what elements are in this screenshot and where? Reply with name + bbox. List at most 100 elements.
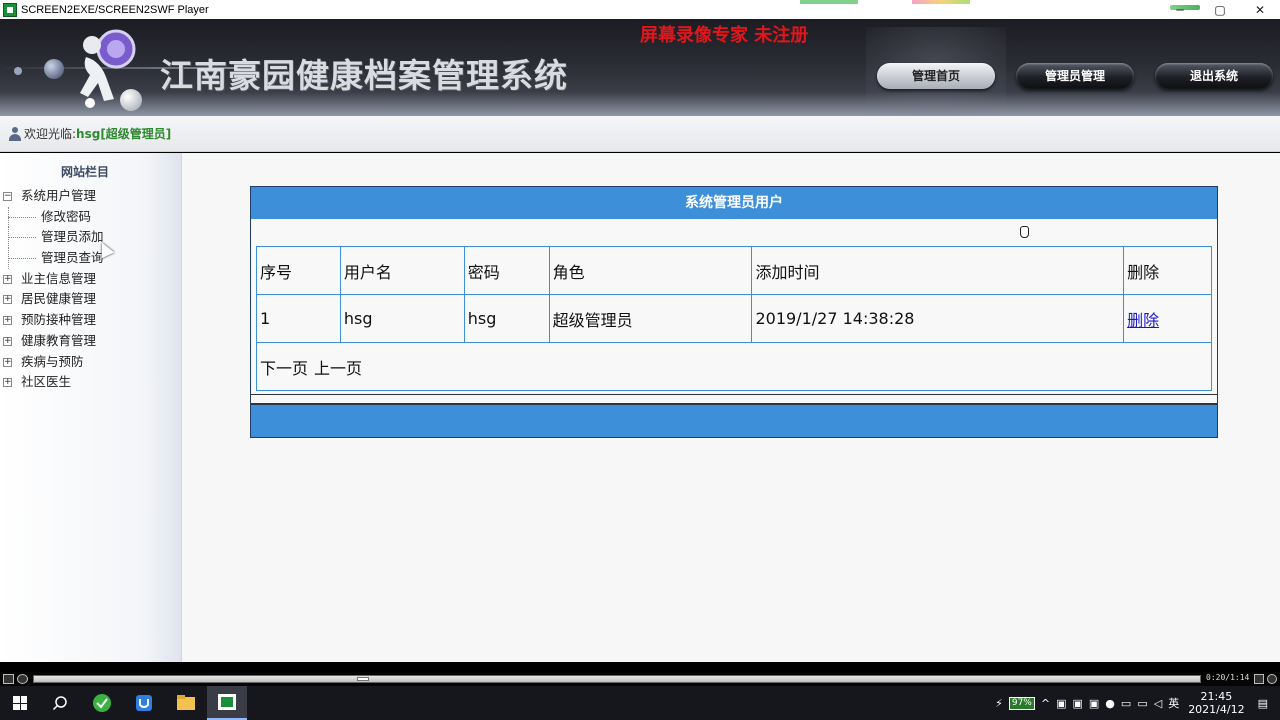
tree-node-system-users[interactable]: − 系统用户管理 — [0, 186, 170, 207]
wechat-icon[interactable]: ● — [1105, 697, 1115, 710]
clock[interactable]: 21:45 2021/4/12 — [1188, 690, 1244, 716]
decor-orb — [44, 59, 64, 79]
expand-icon[interactable]: + — [3, 316, 12, 326]
expand-icon[interactable]: + — [3, 295, 12, 305]
recorder-watermark: 屏幕录像专家 未注册 — [640, 25, 809, 46]
tree-node-owner-info[interactable]: + 业主信息管理 — [0, 269, 170, 290]
speed-icon[interactable] — [17, 674, 28, 684]
seek-bar[interactable] — [33, 675, 1201, 683]
taskbar-app-browser[interactable] — [82, 686, 122, 720]
window-title: SCREEN2EXE/SCREEN2SWF Player — [21, 3, 209, 16]
cell-added-time: 2019/1/27 14:38:28 — [751, 294, 1125, 343]
expand-icon[interactable]: + — [3, 336, 12, 346]
taskbar-app-player[interactable] — [207, 686, 247, 720]
nav-home-button[interactable]: 管理首页 — [877, 63, 995, 89]
tree-item-change-password[interactable]: 修改密码 — [0, 206, 170, 228]
show-hidden-icons[interactable]: ^ — [1041, 697, 1050, 710]
taskbar-app-explorer[interactable] — [166, 686, 206, 720]
pager-cell: 下一页 上一页 — [256, 342, 1212, 391]
column-header: 添加时间 — [751, 246, 1125, 295]
decor-strip — [800, 0, 858, 4]
column-header: 用户名 — [339, 246, 465, 295]
tree-node-label: 健康教育管理 — [21, 332, 97, 348]
fullscreen-icon[interactable] — [1254, 674, 1264, 684]
cell-password: hsg — [463, 294, 550, 343]
divider — [251, 394, 1217, 395]
browser-icon — [93, 694, 111, 712]
network-icon[interactable]: ▭ — [1137, 697, 1147, 710]
expand-icon[interactable]: + — [3, 357, 12, 367]
sidebar: 网站栏目 − 系统用户管理 修改密码 管理员添加 管理员查询 + 业主信息管理 … — [0, 153, 182, 662]
column-header: 序号 — [256, 246, 341, 295]
nav-logout-button[interactable]: 退出系统 — [1155, 63, 1273, 89]
table-row: 1 hsg hsg 超级管理员 2019/1/27 14:38:28 删除 — [256, 294, 1212, 343]
info-icon[interactable] — [1267, 674, 1277, 684]
charging-icon: ⚡ — [995, 696, 1003, 710]
folder-icon — [177, 695, 195, 710]
expand-icon[interactable]: + — [3, 378, 12, 388]
tree-node-disease-prevention[interactable]: + 疾病与预防 — [0, 352, 170, 373]
windows-icon — [13, 696, 27, 710]
shield-app-icon — [136, 695, 152, 711]
maximize-button[interactable]: ▢ — [1200, 3, 1240, 17]
column-header: 密码 — [463, 246, 550, 295]
search-icon — [52, 696, 67, 711]
prev-page-link[interactable]: 上一页 — [314, 359, 362, 378]
tray-app-icon[interactable]: ▣ — [1089, 697, 1099, 710]
cell-id: 1 — [256, 294, 341, 343]
sidebar-title: 网站栏目 — [60, 165, 109, 179]
tree-node-health-education[interactable]: + 健康教育管理 — [0, 331, 170, 352]
cell-action: 删除 — [1123, 294, 1212, 343]
panel-title: 系统管理员用户 — [251, 187, 1217, 219]
seek-thumb[interactable] — [357, 677, 369, 681]
site-header: 江南豪园健康档案管理系统 屏幕录像专家 未注册 管理首页 管理员管理 退出系统 — [0, 19, 1280, 116]
user-icon — [8, 126, 22, 141]
system-title: 江南豪园健康档案管理系统 — [160, 56, 568, 95]
window-titlebar: SCREEN2EXE/SCREEN2SWF Player ─ ▢ ✕ — [0, 0, 1280, 19]
decor-strip — [912, 0, 970, 4]
taskbar: ⚡ 97% ^ ▣ ▣ ▣ ● ▭ ▭ ◁ 英 21:45 2021/4/12 … — [0, 686, 1280, 720]
tree-node-label: 社区医生 — [21, 374, 72, 390]
tree-node-label: 居民健康管理 — [21, 291, 97, 307]
current-user: hsg[超级管理员] — [76, 127, 172, 141]
delete-link[interactable]: 删除 — [1127, 311, 1159, 330]
nav-admin-manage-button[interactable]: 管理员管理 — [1016, 63, 1134, 89]
tree-node-resident-health[interactable]: + 居民健康管理 — [0, 289, 170, 310]
clock-time: 21:45 — [1200, 690, 1233, 703]
expand-icon[interactable]: + — [3, 274, 12, 284]
cell-role: 超级管理员 — [548, 294, 753, 343]
tree-item-add-admin[interactable]: 管理员添加 — [0, 227, 170, 248]
tree-node-label: 业主信息管理 — [21, 270, 97, 286]
admin-users-panel: 系统管理员用户 序号 用户名 密码 角色 添加时间 删除 1 hsg hsg 超… — [250, 186, 1218, 438]
notification-icon[interactable]: ▤ — [1258, 697, 1268, 710]
volume-icon[interactable]: ◁ — [1154, 697, 1162, 710]
battery-icon[interactable]: ▭ — [1121, 697, 1131, 710]
panel-footer — [251, 405, 1217, 437]
tree-item-query-admin[interactable]: 管理员查询 — [0, 248, 170, 269]
content-area: 网站栏目 − 系统用户管理 修改密码 管理员添加 管理员查询 + 业主信息管理 … — [0, 153, 1280, 662]
tree-node-label: 系统用户管理 — [21, 188, 97, 203]
start-button[interactable] — [0, 686, 40, 720]
player-controls: 0:20/1:14 — [0, 672, 1280, 686]
minimize-button[interactable]: ─ — [1160, 3, 1200, 17]
input-method[interactable]: 英 — [1168, 695, 1179, 711]
clock-date: 2021/4/12 — [1188, 703, 1245, 716]
battery-indicator[interactable]: 97% — [1008, 696, 1035, 710]
tray-app-icon[interactable]: ▣ — [1072, 697, 1082, 710]
playback-time: 0:20/1:14 — [1206, 673, 1250, 682]
taskbar-app-shield[interactable] — [124, 686, 164, 720]
collapse-icon[interactable]: − — [3, 192, 12, 201]
pause-icon[interactable] — [3, 674, 14, 684]
welcome-bar: 欢迎光临: hsg[超级管理员] — [0, 116, 1280, 152]
close-button[interactable]: ✕ — [1240, 3, 1280, 17]
decor-orb — [14, 67, 22, 75]
cell-username: hsg — [339, 294, 465, 343]
tree-node-community-doctor[interactable]: + 社区医生 — [0, 372, 170, 393]
column-header: 角色 — [548, 246, 753, 295]
tray-app-icon[interactable]: ▣ — [1056, 697, 1066, 710]
search-button[interactable] — [40, 686, 80, 720]
tree-node-vaccination[interactable]: + 预防接种管理 — [0, 310, 170, 331]
welcome-label: 欢迎光临: — [24, 127, 77, 141]
next-page-link[interactable]: 下一页 — [260, 359, 308, 378]
nav-tree: − 系统用户管理 修改密码 管理员添加 管理员查询 + 业主信息管理 + 居民健… — [0, 186, 170, 393]
